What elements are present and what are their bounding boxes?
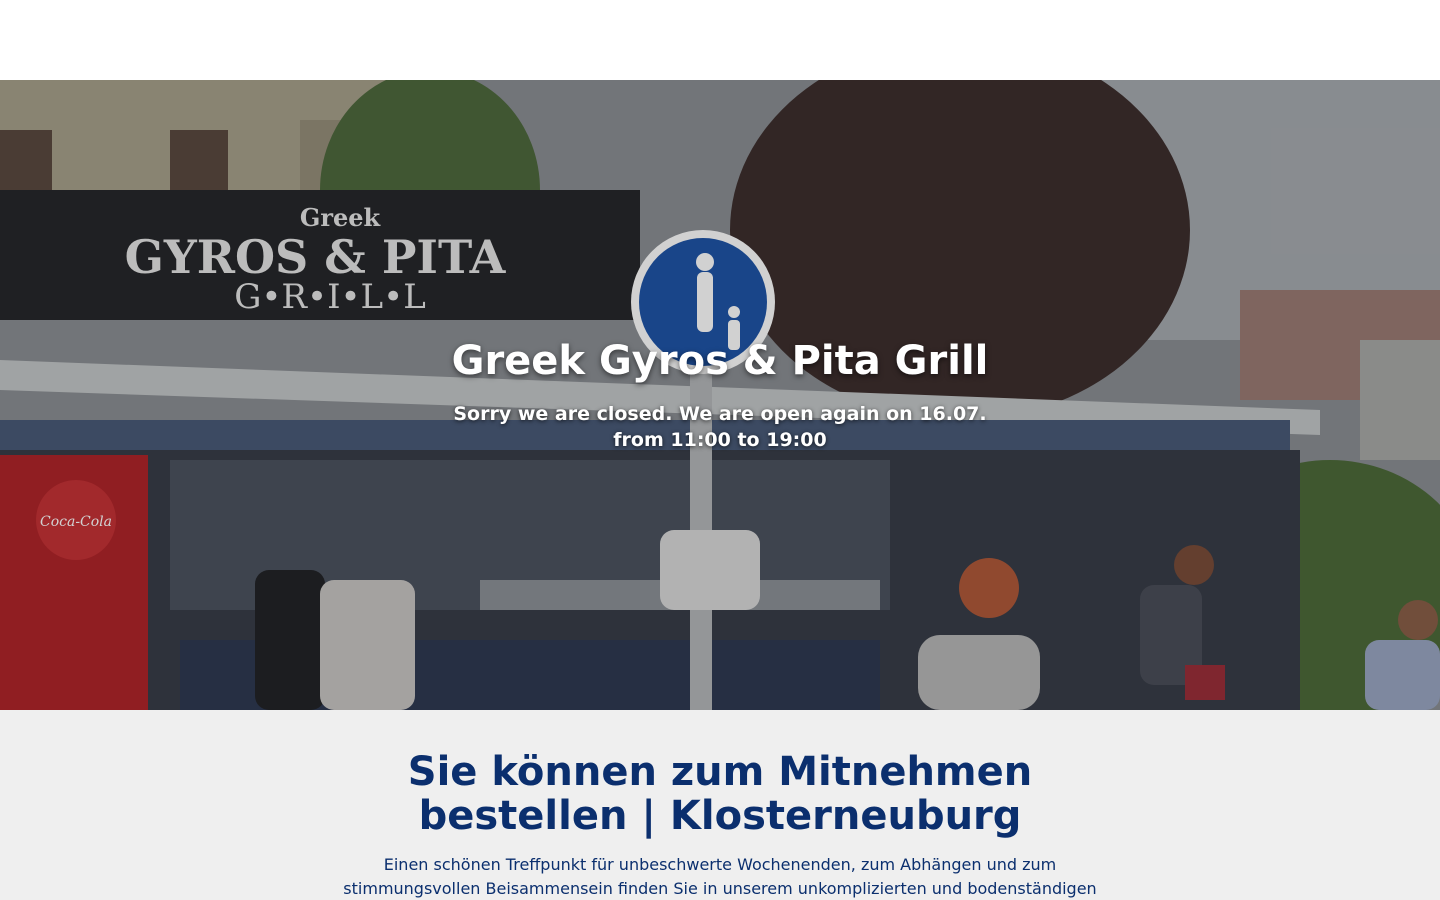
intro-section: Sie können zum Mitnehmen bestellen | Klo… <box>0 710 1440 900</box>
closed-message-line2: from 11:00 to 19:00 <box>613 429 827 451</box>
intro-text-line1: Einen schönen Treffpunkt für unbeschwert… <box>383 855 1057 874</box>
site-header <box>0 0 1440 80</box>
hero-section: Greek GYROS & PITA G•R•I•L•L Coca-Cola G… <box>0 80 1440 710</box>
closed-message-line1: Sorry we are closed. We are open again o… <box>453 403 987 425</box>
hero-overlay <box>0 80 1440 710</box>
hero-title: Greek Gyros & Pita Grill <box>451 338 989 384</box>
intro-text-line2: stimmungsvollen Beisammensein finden Sie… <box>343 879 1097 898</box>
intro-heading-line2: bestellen | Klosterneuburg <box>418 793 1022 839</box>
intro-heading-line1: Sie können zum Mitnehmen <box>407 749 1033 795</box>
